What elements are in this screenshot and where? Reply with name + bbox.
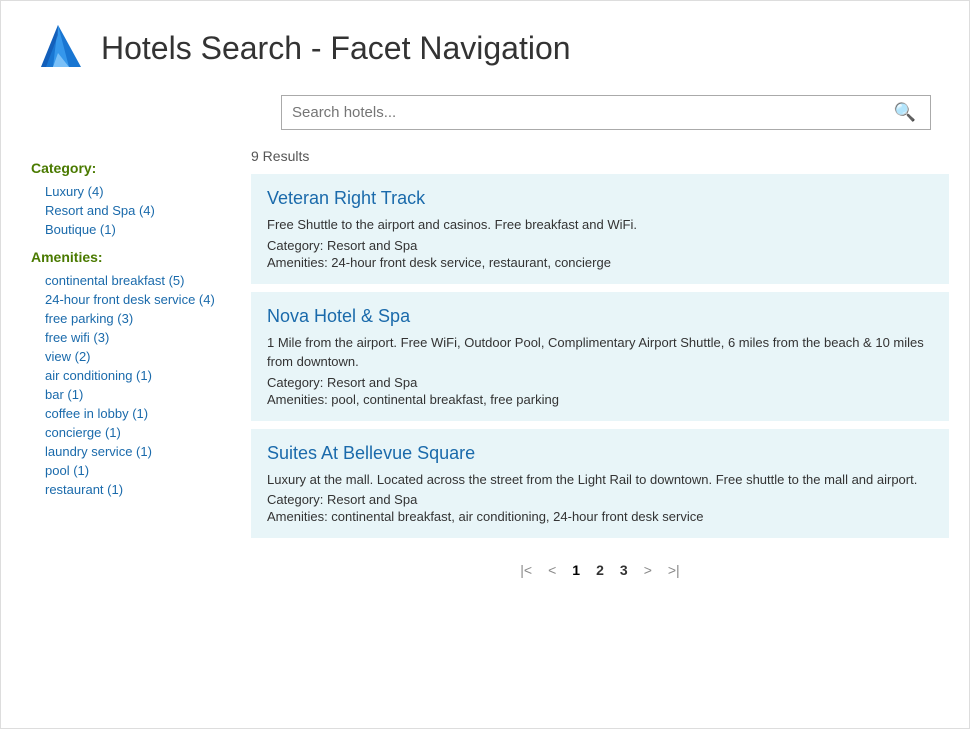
result-desc-3: Luxury at the mall. Located across the s… [267,470,933,490]
result-amenities-1: Amenities: 24-hour front desk service, r… [267,255,933,270]
result-category-2: Category: Resort and Spa [267,375,933,390]
result-title-1[interactable]: Veteran Right Track [267,188,933,209]
sidebar: Category: Luxury (4) Resort and Spa (4) … [1,140,241,718]
main-layout: Category: Luxury (4) Resort and Spa (4) … [1,140,969,728]
category-luxury[interactable]: Luxury (4) [31,182,221,201]
category-resort-spa[interactable]: Resort and Spa (4) [31,201,221,220]
pagination: |< < 1 2 3 > >| [251,546,949,588]
result-item-1: Veteran Right Track Free Shuttle to the … [251,174,949,284]
result-item-3: Suites At Bellevue Square Luxury at the … [251,429,949,539]
page-title: Hotels Search - Facet Navigation [101,30,571,67]
search-input[interactable]: airport [292,104,890,121]
header: Hotels Search - Facet Navigation [1,1,969,85]
result-title-3[interactable]: Suites At Bellevue Square [267,443,933,464]
amenities-list: continental breakfast (5) 24-hour front … [31,271,221,499]
amenity-laundry[interactable]: laundry service (1) [31,442,221,461]
result-title-2[interactable]: Nova Hotel & Spa [267,306,933,327]
amenity-free-parking[interactable]: free parking (3) [31,309,221,328]
pagination-last[interactable]: >| [668,562,680,578]
pagination-prev[interactable]: < [548,562,556,578]
search-area: airport 🔍 [1,85,969,140]
amenity-coffee-lobby[interactable]: coffee in lobby (1) [31,404,221,423]
result-desc-1: Free Shuttle to the airport and casinos.… [267,215,933,235]
amenity-free-wifi[interactable]: free wifi (3) [31,328,221,347]
pagination-page-3[interactable]: 3 [620,562,628,578]
search-container: airport 🔍 [281,95,931,130]
category-list: Luxury (4) Resort and Spa (4) Boutique (… [31,182,221,239]
results-count: 9 Results [251,140,949,174]
result-amenities-2: Amenities: pool, continental breakfast, … [267,392,933,407]
amenity-concierge[interactable]: concierge (1) [31,423,221,442]
search-button[interactable]: 🔍 [890,102,920,123]
amenity-front-desk[interactable]: 24-hour front desk service (4) [31,290,221,309]
result-amenities-3: Amenities: continental breakfast, air co… [267,509,933,524]
pagination-page-1[interactable]: 1 [572,562,580,578]
amenity-view[interactable]: view (2) [31,347,221,366]
result-category-1: Category: Resort and Spa [267,238,933,253]
pagination-page-2[interactable]: 2 [596,562,604,578]
amenity-continental-breakfast[interactable]: continental breakfast (5) [31,271,221,290]
result-item-2: Nova Hotel & Spa 1 Mile from the airport… [251,292,949,421]
category-boutique[interactable]: Boutique (1) [31,220,221,239]
result-category-3: Category: Resort and Spa [267,492,933,507]
amenity-bar[interactable]: bar (1) [31,385,221,404]
app-logo [31,21,85,75]
amenities-section-title: Amenities: [31,249,221,265]
amenity-restaurant[interactable]: restaurant (1) [31,480,221,499]
amenity-air-conditioning[interactable]: air conditioning (1) [31,366,221,385]
pagination-next[interactable]: > [644,562,652,578]
category-section-title: Category: [31,160,221,176]
result-desc-2: 1 Mile from the airport. Free WiFi, Outd… [267,333,933,372]
amenity-pool[interactable]: pool (1) [31,461,221,480]
pagination-first[interactable]: |< [520,562,532,578]
results-area: 9 Results Veteran Right Track Free Shutt… [241,140,969,718]
